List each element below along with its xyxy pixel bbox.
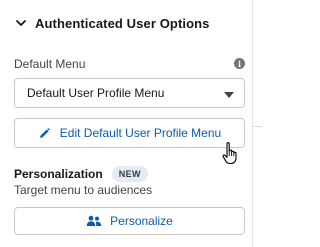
authenticated-user-options-panel: Authenticated User Options Default Menu … xyxy=(0,0,262,247)
personalize-button-label: Personalize xyxy=(110,214,173,228)
people-icon xyxy=(86,215,102,227)
edit-default-user-profile-menu-button[interactable]: Edit Default User Profile Menu xyxy=(14,118,245,148)
default-menu-selected-value: Default User Profile Menu xyxy=(27,86,165,100)
personalization-title: Personalization xyxy=(14,167,103,181)
personalization-heading: Personalization NEW xyxy=(14,166,148,182)
panel-divider xyxy=(252,0,253,247)
personalize-button[interactable]: Personalize xyxy=(14,207,245,235)
section-header-authenticated-user-options[interactable]: Authenticated User Options xyxy=(14,10,210,36)
new-badge: NEW xyxy=(111,166,148,182)
section-title: Authenticated User Options xyxy=(35,15,210,31)
default-menu-select[interactable]: Default User Profile Menu xyxy=(14,78,245,108)
hand-pointer-cursor-icon xyxy=(221,141,241,165)
personalization-subtitle: Target menu to audiences xyxy=(14,183,153,197)
info-icon[interactable]: i xyxy=(234,58,245,69)
edit-button-label: Edit Default User Profile Menu xyxy=(59,126,222,140)
caret-down-icon xyxy=(224,92,234,98)
chevron-down-icon xyxy=(14,16,28,30)
pencil-icon xyxy=(38,126,52,140)
default-menu-label: Default Menu xyxy=(14,57,86,71)
panel-divider-tick xyxy=(253,126,262,127)
